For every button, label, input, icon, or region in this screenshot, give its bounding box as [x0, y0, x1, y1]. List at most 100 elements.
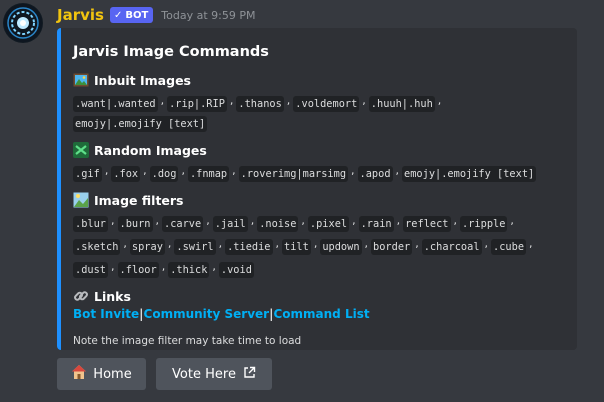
command-token: .dust	[73, 262, 108, 278]
image-filter-icon	[73, 192, 89, 208]
field-name-label: Links	[94, 288, 131, 304]
field-name: Image filters	[73, 192, 565, 208]
command-token: .fnmap	[187, 166, 230, 182]
command-token: spray	[129, 239, 165, 255]
token-separator: ,	[437, 94, 442, 107]
token-separator: ,	[212, 260, 216, 273]
field-links: Links Bot Invite|Community Server|Comman…	[73, 288, 565, 322]
command-token: .tiedie	[225, 239, 273, 255]
field-random-images: Random Images .gif, .fox, .dog, .fnmap, .rov…	[73, 142, 565, 184]
command-token: tilt	[282, 239, 311, 255]
link-icon	[73, 288, 89, 304]
command-token: .voldemort	[293, 96, 360, 112]
link-community-server[interactable]: Community Server	[144, 307, 270, 321]
framed-picture-icon	[73, 72, 89, 88]
message-header: Jarvis ✓ BOT Today at 9:59 PM	[57, 5, 255, 25]
command-token: .swirl	[174, 239, 216, 255]
token-separator: ,	[415, 237, 419, 250]
command-token: .charcoal	[421, 239, 482, 255]
home-button[interactable]: Home	[57, 358, 146, 390]
token-separator: ,	[111, 214, 115, 227]
command-token: .thanos	[236, 96, 284, 112]
token-separator: ,	[104, 164, 109, 177]
verified-check-icon: ✓	[113, 9, 123, 21]
command-token: .burn	[117, 216, 153, 232]
command-token: .want|.wanted	[73, 96, 158, 112]
links-row: Bot Invite|Community Server|Command List	[73, 307, 565, 321]
field-value: .gif, .fox, .dog, .fnmap, .roverimg|marsimg,…	[73, 161, 565, 184]
field-name-label: Image filters	[94, 192, 184, 208]
vote-here-button[interactable]: Vote Here	[156, 358, 272, 390]
field-name: Random Images	[73, 142, 565, 158]
bot-avatar[interactable]	[3, 3, 43, 43]
command-token: .apod	[357, 166, 393, 182]
command-token: .jail	[212, 216, 248, 232]
token-separator: ,	[160, 94, 165, 107]
external-link-icon	[243, 366, 256, 383]
token-separator: ,	[123, 237, 127, 250]
house-icon	[71, 364, 87, 384]
bot-tag-label: BOT	[125, 9, 149, 21]
field-inbuilt-images: Inbuit Images .want|.wanted, .rip|.RIP, .t…	[73, 72, 565, 134]
link-command-list[interactable]: Command List	[273, 307, 369, 321]
token-separator: ,	[181, 164, 185, 177]
token-separator: ,	[218, 237, 223, 250]
token-separator: ,	[395, 164, 400, 177]
token-separator: ,	[510, 214, 514, 227]
bot-tag: ✓ BOT	[109, 7, 154, 23]
command-token: .rain	[358, 216, 394, 232]
token-separator: ,	[453, 214, 458, 227]
field-name: Inbuit Images	[73, 72, 565, 88]
token-separator: ,	[250, 214, 255, 227]
command-token: .floor	[117, 262, 159, 278]
token-separator: ,	[161, 260, 166, 273]
token-separator: ,	[155, 214, 160, 227]
embed-note: Note the image filter may take time to l…	[73, 335, 302, 347]
command-token: .rip|.RIP	[167, 96, 227, 112]
token-separator: ,	[352, 214, 356, 227]
command-token: updown	[320, 239, 362, 255]
field-value: .want|.wanted, .rip|.RIP, .thanos, .voldemo…	[73, 91, 565, 134]
field-name: Links	[73, 288, 565, 304]
command-token: border	[371, 239, 413, 255]
token-separator: ,	[313, 237, 318, 250]
token-separator: ,	[232, 164, 236, 177]
username[interactable]: Jarvis	[57, 6, 104, 24]
command-token: .gif	[73, 166, 102, 182]
command-token: .cube	[491, 239, 527, 255]
link-bot-invite[interactable]: Bot Invite	[73, 307, 139, 321]
command-token: .sketch	[73, 239, 121, 255]
command-token: .fox	[111, 166, 141, 182]
command-token: .thick	[168, 262, 210, 278]
token-separator: ,	[143, 164, 147, 177]
token-separator: ,	[484, 237, 489, 250]
command-token: .pixel	[307, 216, 350, 232]
token-separator: ,	[362, 94, 366, 107]
token-separator: ,	[301, 214, 305, 227]
command-token: .carve	[162, 216, 204, 232]
field-name-label: Inbuit Images	[94, 72, 191, 88]
token-separator: ,	[275, 237, 280, 250]
token-separator: ,	[229, 94, 234, 107]
token-separator: ,	[351, 164, 355, 177]
command-token: .blur	[73, 216, 108, 232]
token-separator: ,	[396, 214, 401, 227]
token-separator: ,	[206, 214, 210, 227]
command-token: .huuh|.huh	[368, 96, 435, 112]
command-token: .void	[218, 262, 254, 278]
token-separator: ,	[111, 260, 115, 273]
command-token: .roverimg|marsimg	[238, 166, 349, 182]
embed-title: Jarvis Image Commands	[73, 44, 269, 60]
token-separator: ,	[364, 237, 369, 250]
shuffle-icon	[73, 142, 89, 158]
vote-here-button-label: Vote Here	[172, 366, 236, 382]
reactor-icon	[4, 4, 42, 42]
command-token: reflect	[403, 216, 451, 232]
home-button-label: Home	[93, 366, 132, 382]
command-token: emojy|.emojify [text]	[402, 166, 537, 182]
command-token: .ripple	[460, 216, 508, 232]
timestamp[interactable]: Today at 9:59 PM	[161, 9, 255, 22]
command-token: .dog	[149, 166, 179, 182]
field-value: .blur, .burn, .carve, .jail, .noise, .pixel,.…	[73, 211, 565, 280]
field-image-filters: Image filters .blur, .burn, .carve, .jail,.…	[73, 192, 565, 280]
